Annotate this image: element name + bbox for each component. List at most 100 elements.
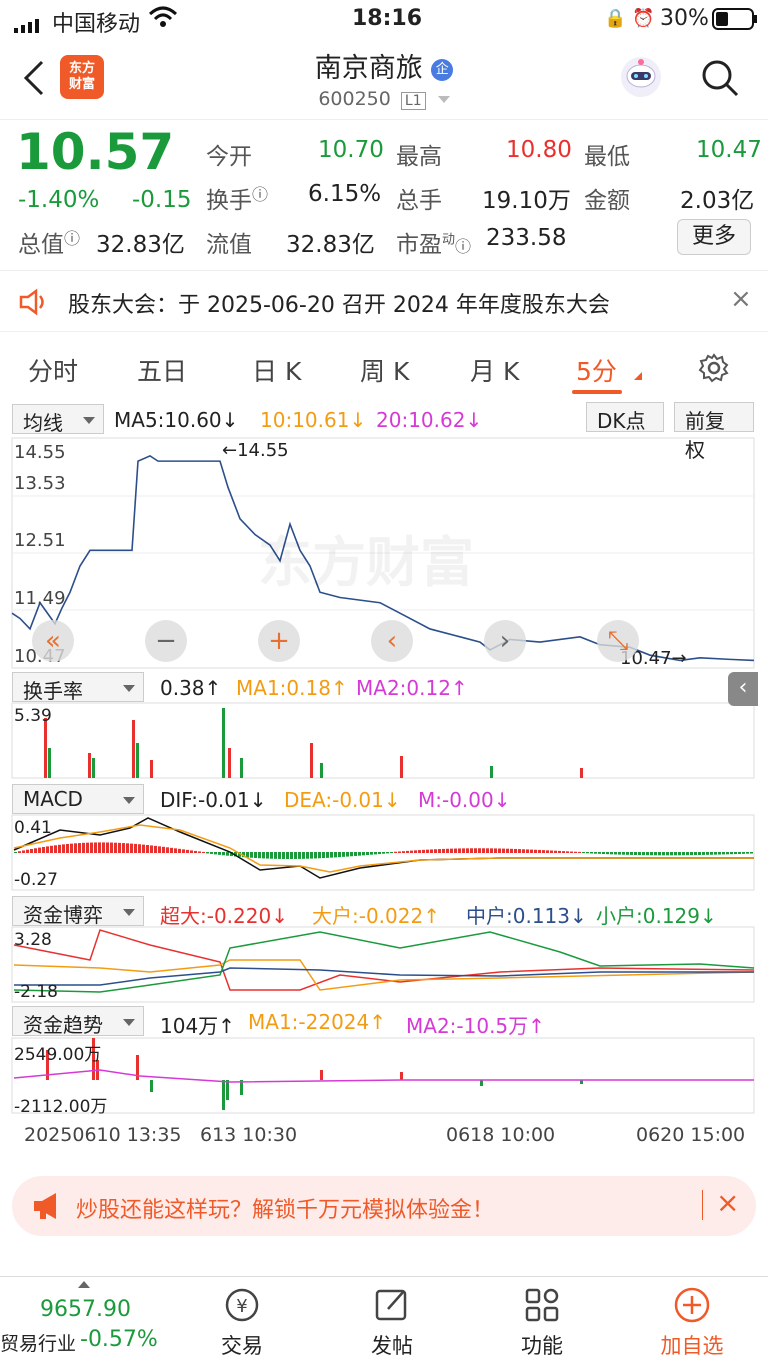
index-pct: -0.57% (80, 1327, 158, 1352)
scroll-start-button[interactable]: « (32, 620, 74, 662)
macd-bar (610, 852, 613, 855)
fullscreen-button[interactable]: ⤡ (597, 620, 639, 662)
add-watchlist-button[interactable]: 加自选 (642, 1285, 742, 1360)
turnover-bar (310, 743, 313, 778)
macd-bar (146, 845, 149, 853)
tab-monthly-k[interactable]: 月 K (470, 352, 519, 388)
close-icon[interactable]: × (716, 1186, 739, 1219)
zoom-in-button[interactable]: + (258, 620, 300, 662)
float-label: 流值 (206, 232, 252, 258)
volume-label: 总手 (396, 188, 442, 214)
more-button[interactable]: 更多 (677, 219, 751, 255)
macd-bar (738, 852, 741, 854)
lock-rotation-icon: 🔒 (604, 8, 627, 29)
turnover-bar (240, 758, 243, 778)
macd-bar (590, 852, 593, 854)
notice-bar[interactable]: 股东大会：于 2025-06-20 召开 2024 年年度股东大会 × (0, 270, 768, 332)
macd-bar (278, 852, 281, 859)
collapse-panel-button[interactable]: ‹ (728, 672, 758, 706)
macd-bar (154, 845, 157, 853)
macd-bar (206, 852, 209, 854)
info-icon: ⓘ (455, 237, 472, 256)
macd-bar (162, 846, 165, 853)
macd-bar (578, 851, 581, 853)
macd-bar (478, 848, 481, 853)
expand-icon[interactable] (78, 1281, 90, 1288)
fund-large: 大户:-0.022↑ (312, 904, 440, 928)
scroll-right-button[interactable]: › (484, 620, 526, 662)
trend-ma2: MA2:-10.5万↑ (406, 1014, 545, 1038)
turnover-value: 6.15% (308, 181, 382, 207)
tab-daily-k[interactable]: 日 K (252, 352, 301, 388)
macd-bar (570, 851, 573, 853)
macd-bar (218, 852, 221, 855)
scroll-left-button[interactable]: ‹ (371, 620, 413, 662)
clock: 18:16 (352, 6, 423, 31)
search-icon[interactable] (700, 58, 740, 102)
last-price: 10.57 (16, 123, 175, 181)
mktcap-label: 总值ⓘ (18, 229, 81, 258)
macd-bar (390, 852, 393, 854)
tab-intraday[interactable]: 分时 (28, 352, 78, 388)
turnover-bar (490, 766, 493, 778)
macd-bar (250, 852, 253, 858)
macd-bar (70, 843, 73, 853)
signal-icon (14, 14, 44, 39)
megaphone-icon (32, 1191, 68, 1225)
promo-banner[interactable]: 炒股还能这样玩？解锁千万元模拟体验金！ × (12, 1176, 756, 1236)
macd-bar (606, 852, 609, 855)
dropdown-icon (437, 96, 450, 103)
close-icon[interactable]: × (730, 284, 752, 314)
macd-bar (470, 848, 473, 853)
turnover-bar (44, 718, 47, 778)
macd-bar (466, 848, 469, 853)
trade-button[interactable]: ¥ 交易 (192, 1285, 292, 1360)
yen-icon: ¥ (225, 1288, 259, 1322)
battery-icon (712, 8, 758, 36)
macd-bar (274, 852, 277, 859)
macd-bar (710, 852, 713, 855)
zoom-out-button[interactable]: − (145, 620, 187, 662)
turnover-selector[interactable]: 换手率 (12, 672, 144, 703)
fund-game-selector[interactable]: 资金博弈 (12, 896, 144, 927)
x-label: 0620 15:00 (636, 1124, 746, 1146)
post-button[interactable]: 发帖 (342, 1285, 442, 1360)
macd-bar (66, 843, 69, 853)
settings-gear-icon[interactable] (698, 352, 730, 390)
macd-bar (82, 842, 85, 853)
macd-bar (326, 852, 329, 858)
robot-assistant-icon[interactable] (618, 54, 664, 104)
y-label: 11.49 (14, 588, 66, 609)
macd-bar (742, 852, 745, 854)
macd-bar (638, 852, 641, 856)
fund-super: 超大:-0.220↓ (160, 904, 288, 928)
macd-bar (106, 842, 109, 853)
tab-5min[interactable]: 5分 (576, 352, 617, 388)
macd-bar (654, 852, 657, 856)
macd-bar (746, 852, 749, 854)
macd-selector[interactable]: MACD (12, 784, 144, 814)
status-bar: 中国移动 18:16 🔒 ⏰ 30% (0, 0, 768, 40)
functions-button[interactable]: 功能 (492, 1285, 592, 1360)
turnover-ymax: 5.39 (14, 706, 52, 726)
turnover-bar (136, 743, 139, 778)
kline-svg[interactable] (0, 400, 768, 1155)
macd-bar (58, 844, 61, 853)
y-label: 13.53 (14, 473, 66, 494)
level-badge: L1 (400, 92, 426, 110)
tab-weekly-k[interactable]: 周 K (360, 352, 409, 388)
macd-bar (270, 852, 273, 859)
fund-trend-selector[interactable]: 资金趋势 (12, 1006, 144, 1037)
macd-bar (74, 843, 77, 853)
turnover-ma1: MA1:0.18↑ (236, 676, 348, 700)
x-label: 613 10:30 (200, 1124, 298, 1146)
notice-text: 股东大会：于 2025-06-20 召开 2024 年年度股东大会 (68, 293, 610, 318)
macd-bar (730, 852, 733, 855)
tab-five-day[interactable]: 五日 (137, 352, 187, 388)
trend-ma2-line (13, 1069, 754, 1083)
trend-ma1: MA1:-22024↑ (248, 1010, 386, 1034)
macd-bar (302, 852, 305, 859)
macd-bar (546, 850, 549, 853)
macd-bar (18, 851, 21, 853)
macd-bar (534, 849, 537, 853)
